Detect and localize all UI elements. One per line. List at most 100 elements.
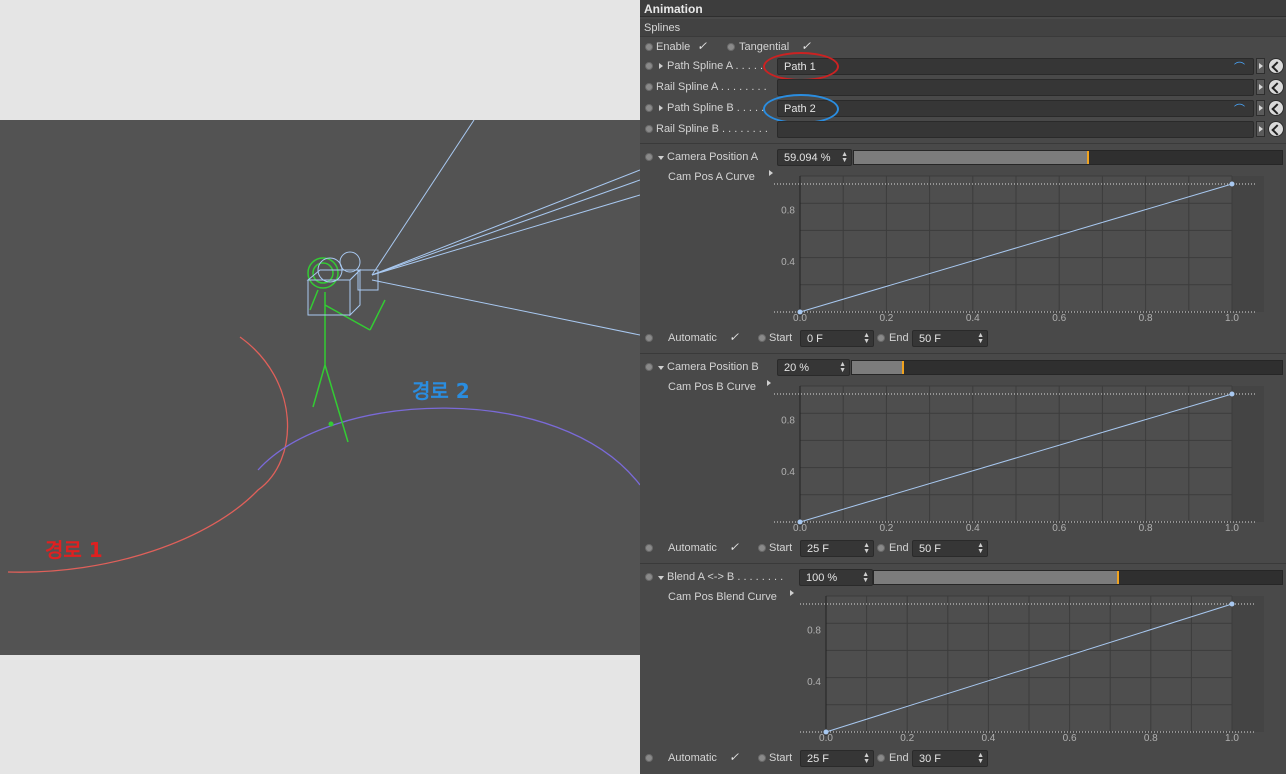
x-tick-label: 0.8 bbox=[1139, 313, 1153, 324]
start-stepper[interactable]: ▲ ▼ bbox=[863, 332, 870, 345]
path-spline-b-pick-icon[interactable] bbox=[1268, 100, 1284, 116]
curve-start-knot[interactable] bbox=[823, 729, 829, 735]
enable-keyframe-dot[interactable] bbox=[645, 43, 653, 51]
y-tick-label: 0.4 bbox=[781, 257, 795, 268]
camera-position-b-slider[interactable] bbox=[851, 360, 1283, 375]
end-stepper[interactable]: ▲ ▼ bbox=[977, 542, 984, 555]
start-label: Start bbox=[769, 542, 793, 554]
end-stepper[interactable]: ▲ ▼ bbox=[977, 752, 984, 765]
start-label: Start bbox=[769, 332, 793, 344]
tangential-checkbox[interactable]: ✓ bbox=[801, 39, 811, 53]
path-spline-b-keyframe-dot[interactable] bbox=[645, 104, 653, 112]
tangential-keyframe-dot[interactable] bbox=[727, 43, 735, 51]
rail-spline-b-pick-icon[interactable] bbox=[1268, 121, 1284, 137]
curve-end-knot[interactable] bbox=[1229, 181, 1235, 187]
3d-viewport[interactable]: 경로 1 경로 2 bbox=[0, 120, 640, 655]
camera-position-a-slider[interactable] bbox=[853, 150, 1283, 165]
start-keyframe-dot[interactable] bbox=[758, 334, 766, 342]
cam-pos-blend-curve-expand-icon[interactable] bbox=[790, 590, 794, 596]
end-keyframe-dot[interactable] bbox=[877, 334, 885, 342]
cam-pos-a-curve-editor[interactable]: 0.8 0.4 0.0 0.2 0.4 0.6 0.8 1.0 bbox=[774, 168, 1286, 328]
camera-position-a-input[interactable]: 59.094 % ▲ ▼ bbox=[777, 149, 852, 166]
path-spline-b-menu-button[interactable] bbox=[1256, 100, 1265, 116]
blend-expand-icon[interactable] bbox=[658, 576, 664, 580]
camera-position-b-slider-fill bbox=[852, 361, 904, 374]
rail-spline-b-link-field[interactable] bbox=[777, 121, 1254, 138]
curve-end-knot[interactable] bbox=[1229, 391, 1235, 397]
camera-position-a-expand-icon[interactable] bbox=[658, 156, 664, 160]
path-spline-b-expand-icon[interactable] bbox=[659, 105, 663, 111]
path-spline-b-link-field[interactable]: Path 2 ⌒ bbox=[777, 100, 1254, 117]
blend-keyframe-dot[interactable] bbox=[645, 573, 653, 581]
automatic-keyframe-dot[interactable] bbox=[645, 754, 653, 762]
start-keyframe-dot[interactable] bbox=[758, 544, 766, 552]
camera-position-a-stepper[interactable]: ▲ ▼ bbox=[841, 151, 848, 164]
cam-pos-blend-curve-editor[interactable]: 0.8 0.4 0.0 0.2 0.4 0.6 0.8 1.0 bbox=[800, 588, 1286, 748]
end-stepper[interactable]: ▲ ▼ bbox=[977, 332, 984, 345]
blend-slider[interactable] bbox=[873, 570, 1283, 585]
start-input[interactable]: 25 F ▲ ▼ bbox=[800, 750, 874, 767]
automatic-label: Automatic bbox=[668, 332, 717, 344]
automatic-keyframe-dot[interactable] bbox=[645, 334, 653, 342]
curve-end-knot[interactable] bbox=[1229, 601, 1235, 607]
x-tick-label: 1.0 bbox=[1225, 523, 1239, 534]
automatic-checkbox[interactable]: ✓ bbox=[729, 540, 739, 554]
start-keyframe-dot[interactable] bbox=[758, 754, 766, 762]
start-label: Start bbox=[769, 752, 793, 764]
enable-checkbox[interactable]: ✓ bbox=[697, 39, 707, 53]
rail-spline-a-keyframe-dot[interactable] bbox=[645, 83, 653, 91]
curve-start-knot[interactable] bbox=[797, 309, 803, 315]
camera-position-a-label: Camera Position A bbox=[667, 151, 759, 163]
blend-input[interactable]: 100 % ▲ ▼ bbox=[799, 569, 873, 586]
start-input[interactable]: 0 F ▲ ▼ bbox=[800, 330, 874, 347]
start-input[interactable]: 25 F ▲ ▼ bbox=[800, 540, 874, 557]
end-label: End bbox=[889, 752, 909, 764]
curve-start-knot[interactable] bbox=[797, 519, 803, 525]
rail-spline-a-menu-button[interactable] bbox=[1256, 79, 1265, 95]
start-stepper[interactable]: ▲ ▼ bbox=[863, 752, 870, 765]
camera-position-b-label: Camera Position B bbox=[667, 361, 759, 373]
cam-pos-blend-timing-row: Automatic ✓ Start 25 F ▲ ▼ End 30 F ▲ ▼ bbox=[640, 749, 1286, 770]
x-tick-label: 0.2 bbox=[879, 523, 893, 534]
cam-pos-b-curve-expand-icon[interactable] bbox=[767, 380, 771, 386]
camera-position-a-slider-fill bbox=[854, 151, 1090, 164]
automatic-keyframe-dot[interactable] bbox=[645, 544, 653, 552]
end-keyframe-dot[interactable] bbox=[877, 754, 885, 762]
rail-spline-a-pick-icon[interactable] bbox=[1268, 79, 1284, 95]
rail-spline-b-keyframe-dot[interactable] bbox=[645, 125, 653, 133]
automatic-checkbox[interactable]: ✓ bbox=[729, 750, 739, 764]
camera-position-b-input[interactable]: 20 % ▲ ▼ bbox=[777, 359, 850, 376]
start-stepper[interactable]: ▲ ▼ bbox=[863, 542, 870, 555]
y-tick-label: 0.8 bbox=[807, 626, 821, 637]
path-spline-a-keyframe-dot[interactable] bbox=[645, 62, 653, 70]
blend-stepper[interactable]: ▲ ▼ bbox=[862, 571, 869, 584]
cam-pos-b-curve-editor[interactable]: 0.8 0.4 0.0 0.2 0.4 0.6 0.8 1.0 bbox=[774, 378, 1286, 538]
path-spline-a-highlight bbox=[763, 52, 839, 81]
x-tick-label: 0.6 bbox=[1052, 523, 1066, 534]
end-input[interactable]: 50 F ▲ ▼ bbox=[912, 330, 988, 347]
camera-position-b-stepper[interactable]: ▲ ▼ bbox=[839, 361, 846, 374]
path-spline-a-menu-button[interactable] bbox=[1256, 58, 1265, 74]
y-tick-label: 0.4 bbox=[781, 467, 795, 478]
camera-position-b-expand-icon[interactable] bbox=[658, 366, 664, 370]
curve-outside-range bbox=[1232, 596, 1264, 732]
camera-position-b-keyframe-dot[interactable] bbox=[645, 363, 653, 371]
path-spline-a-link-field[interactable]: Path 1 ⌒ bbox=[777, 58, 1254, 75]
camera-position-b-row: Camera Position B 20 % ▲ ▼ bbox=[640, 358, 1286, 379]
path-spline-a-pick-icon[interactable] bbox=[1268, 58, 1284, 74]
enable-row: Enable ✓ Tangential ✓ bbox=[640, 38, 1286, 59]
automatic-checkbox[interactable]: ✓ bbox=[729, 330, 739, 344]
blend-value: 100 % bbox=[806, 572, 838, 584]
enable-label: Enable bbox=[656, 41, 691, 53]
cam-pos-a-curve-expand-icon[interactable] bbox=[769, 170, 773, 176]
rail-spline-a-link-field[interactable] bbox=[777, 79, 1254, 96]
end-input[interactable]: 30 F ▲ ▼ bbox=[912, 750, 988, 767]
path-2-label: 경로 2 bbox=[412, 379, 470, 403]
path-spline-a-expand-icon[interactable] bbox=[659, 63, 663, 69]
end-keyframe-dot[interactable] bbox=[877, 544, 885, 552]
end-input[interactable]: 50 F ▲ ▼ bbox=[912, 540, 988, 557]
rail-spline-b-row: Rail Spline B . . . . . . . . bbox=[640, 120, 1286, 141]
camera-position-a-keyframe-dot[interactable] bbox=[645, 153, 653, 161]
end-label: End bbox=[889, 542, 909, 554]
rail-spline-b-menu-button[interactable] bbox=[1256, 121, 1265, 137]
